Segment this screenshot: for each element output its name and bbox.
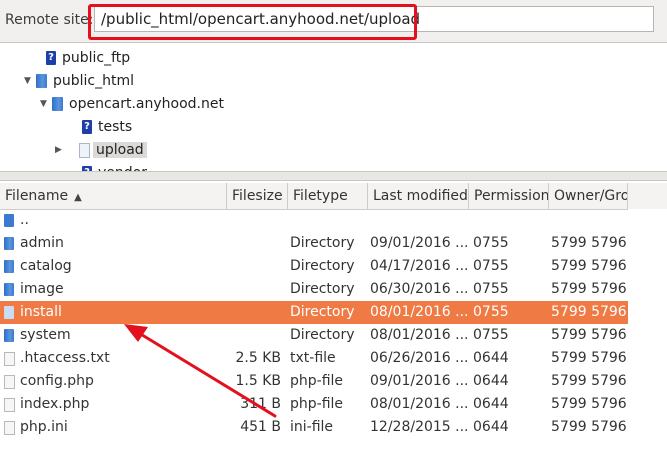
- column-header-owner[interactable]: Owner/Gro: [549, 183, 628, 209]
- column-header-permission[interactable]: Permission: [469, 183, 549, 209]
- file-row-index[interactable]: index.php 311 B php-file 08/01/2016 ... …: [0, 393, 628, 416]
- folder-icon: [52, 97, 63, 111]
- folder-icon: [4, 329, 14, 342]
- tree-item-opencart[interactable]: ▼ opencart.anyhood.net: [40, 93, 224, 115]
- link-folder-icon: [79, 142, 90, 158]
- column-header-filesize[interactable]: Filesize: [227, 183, 288, 209]
- file-icon: [4, 352, 15, 366]
- expand-arrow-icon[interactable]: ▼: [40, 93, 52, 115]
- tree-item-public-ftp[interactable]: ? public_ftp: [46, 47, 130, 69]
- file-list-scroll-area: [628, 209, 667, 458]
- file-icon: [4, 375, 15, 389]
- column-header-filetype[interactable]: Filetype: [288, 183, 368, 209]
- file-row-install[interactable]: install Directory 08/01/2016 ... 0755 57…: [0, 301, 628, 324]
- folder-icon: [4, 306, 14, 319]
- file-icon: [4, 421, 15, 435]
- file-row-catalog[interactable]: catalog Directory 04/17/2016 ... 0755 57…: [0, 255, 628, 278]
- unknown-folder-icon: ?: [46, 51, 56, 65]
- tree-item-public-html[interactable]: ▼ public_html: [24, 70, 134, 92]
- file-row-image[interactable]: image Directory 06/30/2016 ... 0755 5799…: [0, 278, 628, 301]
- tree-item-upload[interactable]: ▶ upload: [55, 139, 147, 161]
- column-header-filename[interactable]: Filename ▲: [0, 183, 227, 209]
- unknown-folder-icon: ?: [82, 120, 92, 134]
- remote-path-input[interactable]: /public_html/opencart.anyhood.net/upload: [94, 6, 654, 32]
- file-row-htaccess[interactable]: .htaccess.txt 2.5 KB txt-file 06/26/2016…: [0, 347, 628, 370]
- file-row-system[interactable]: system Directory 08/01/2016 ... 0755 579…: [0, 324, 628, 347]
- parent-folder-icon: [4, 214, 14, 227]
- file-list-header: Filename ▲ Filesize Filetype Last modifie…: [0, 183, 667, 210]
- remote-site-label: Remote site:: [5, 12, 94, 28]
- file-row-admin[interactable]: admin Directory 09/01/2016 ... 0755 5799…: [0, 232, 628, 255]
- file-row-parent[interactable]: ..: [0, 209, 628, 232]
- expand-arrow-icon[interactable]: ▼: [24, 70, 36, 92]
- file-row-php-ini[interactable]: php.ini 451 B ini-file 12/28/2015 ... 06…: [0, 416, 628, 439]
- folder-icon: [4, 237, 14, 250]
- tree-item-tests[interactable]: ? tests: [82, 116, 132, 138]
- column-header-last-modified[interactable]: Last modified: [368, 183, 469, 209]
- tree-item-vendor[interactable]: ?vendor: [82, 162, 147, 171]
- file-row-config[interactable]: config.php 1.5 KB php-file 09/01/2016 ..…: [0, 370, 628, 393]
- folder-icon: [4, 283, 14, 296]
- remote-site-bar: Remote site: /public_html/opencart.anyho…: [0, 0, 667, 43]
- folder-icon: [36, 74, 47, 88]
- collapsed-arrow-icon[interactable]: ▶: [55, 139, 67, 161]
- sort-ascending-icon: ▲: [74, 192, 82, 203]
- folder-icon: [4, 260, 14, 273]
- file-icon: [4, 398, 15, 412]
- pane-splitter[interactable]: [0, 171, 667, 181]
- remote-directory-tree: ? public_ftp ▼ public_html ▼ opencart.anyho…: [0, 43, 667, 171]
